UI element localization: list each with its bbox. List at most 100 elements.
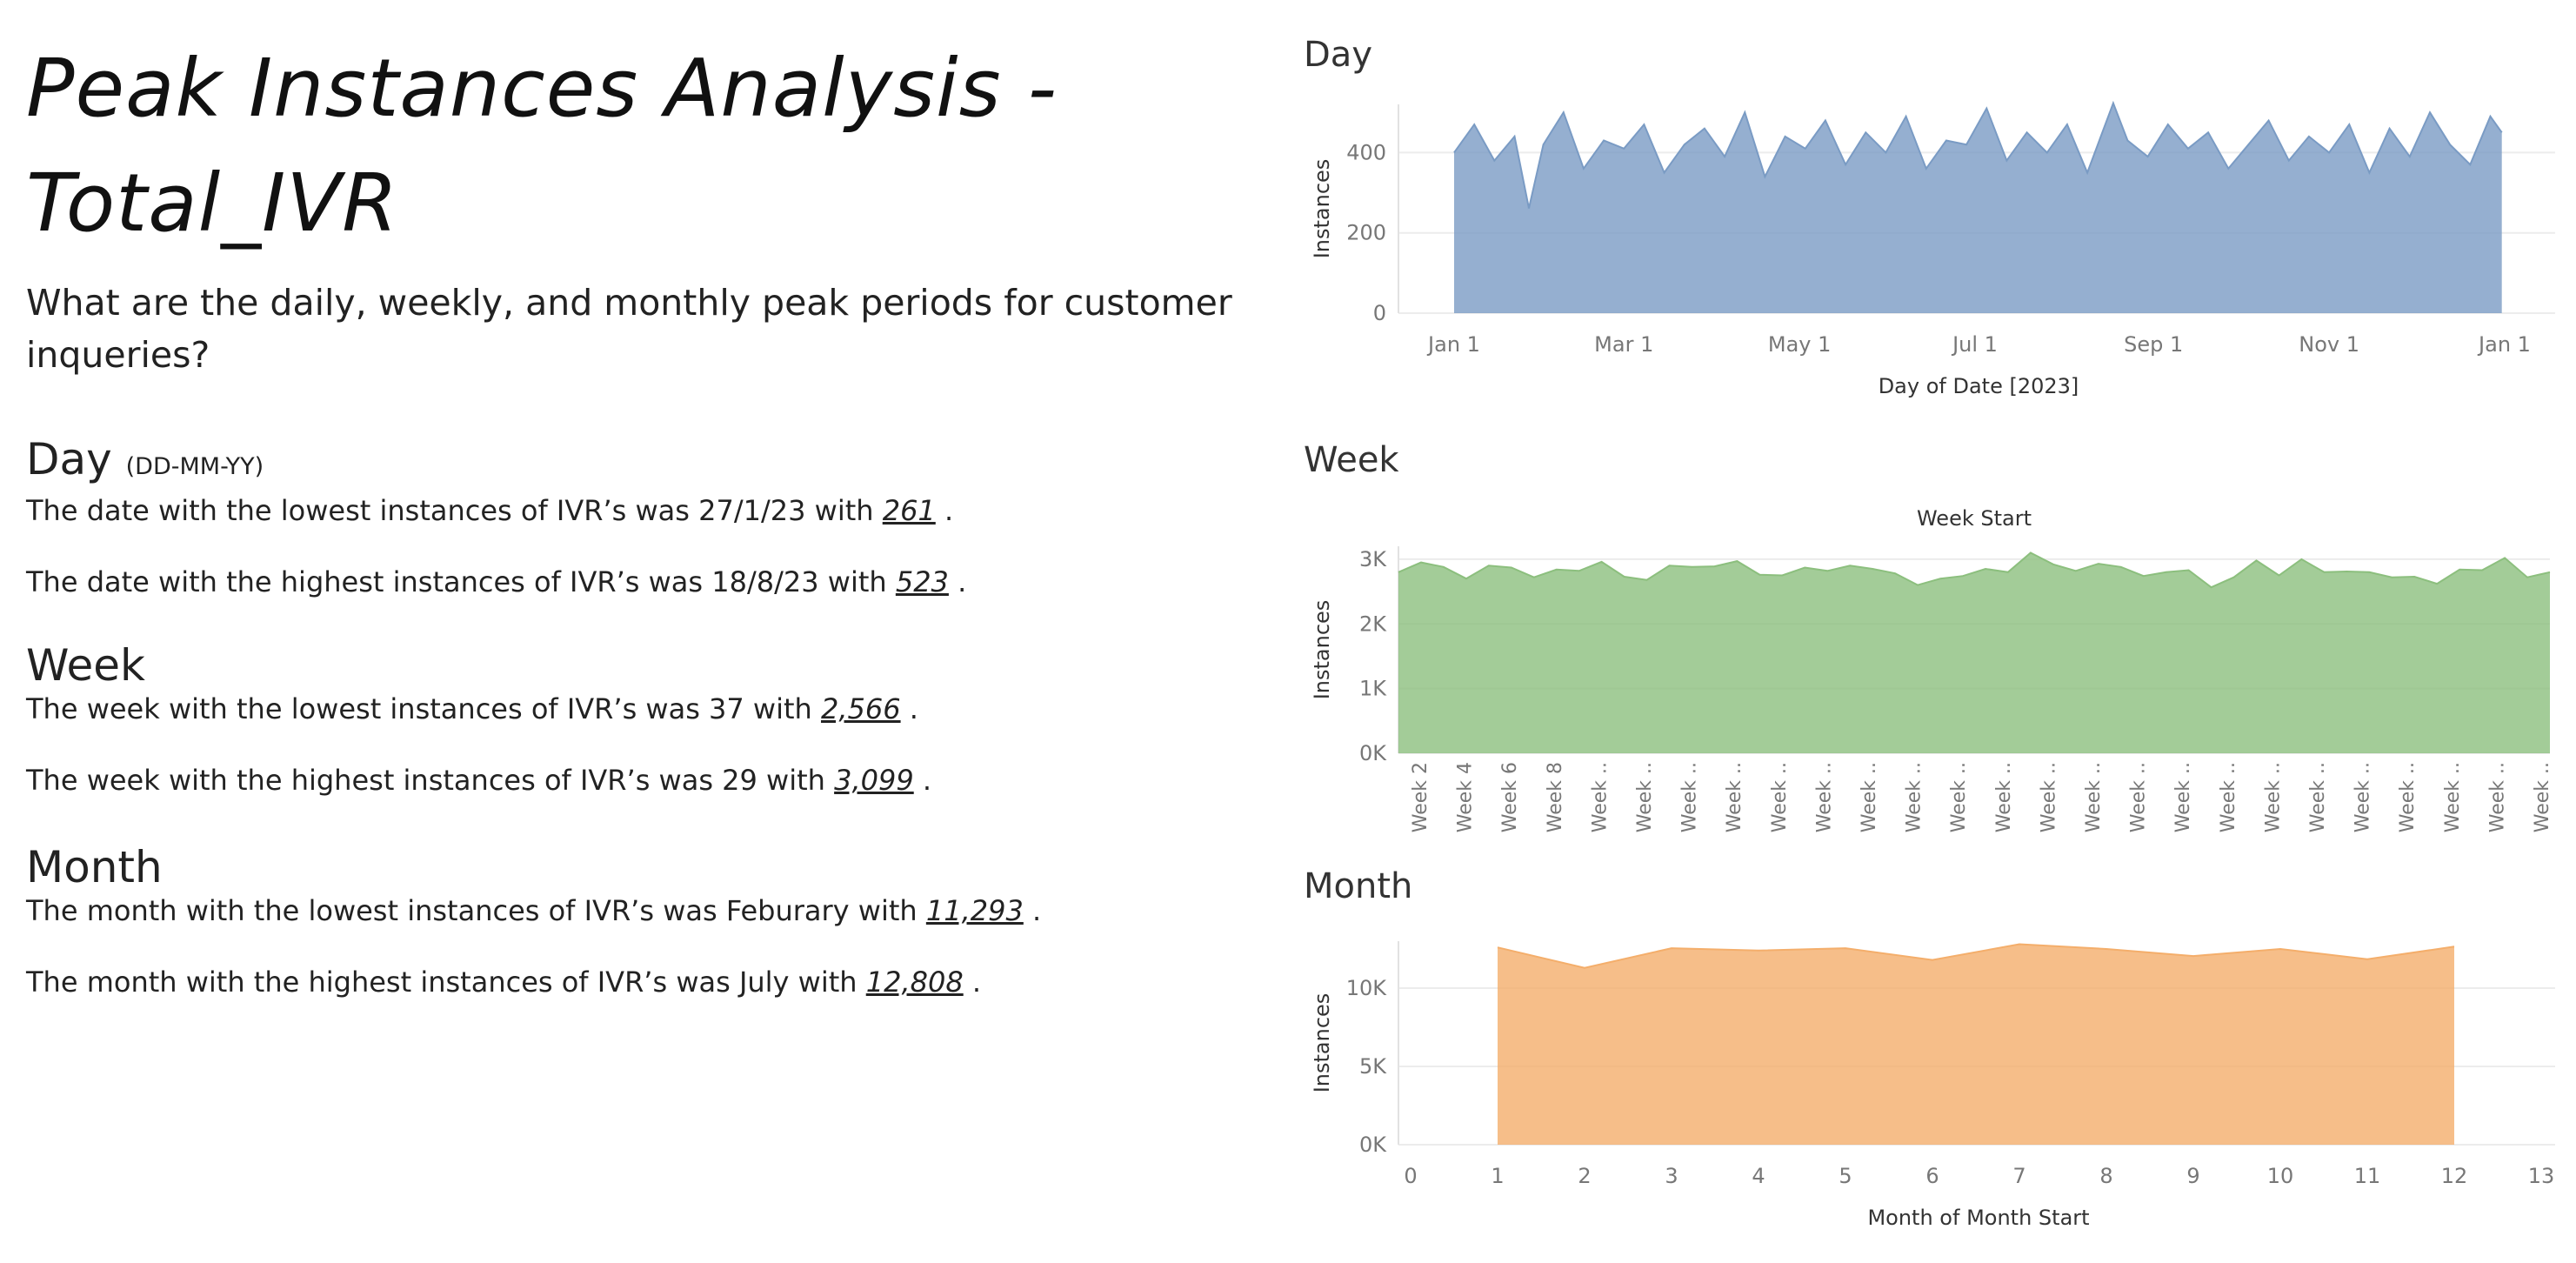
week-chart-data-point	[2278, 574, 2281, 578]
week-chart-xtick-label: Week ..	[2307, 762, 2329, 832]
day-chart-data-point	[1763, 175, 1766, 178]
week-chart-xtick-label: Week ..	[2442, 762, 2464, 832]
week-chart-data-point	[2210, 585, 2213, 589]
day-chart-data-point	[1905, 115, 1908, 118]
day-chart-data-point	[1723, 155, 1726, 158]
month-chart-y-axis-label: Instances	[1310, 993, 1334, 1093]
day-chart-ytick-label: 200	[1346, 221, 1386, 245]
week-chart-data-point	[1487, 564, 1491, 567]
week-chart-xtick-label: Week ..	[2218, 762, 2239, 832]
day-chart-data-point	[1844, 163, 1847, 166]
week-chart-data-point	[2029, 551, 2032, 555]
week-chart-xtick-label: Week ..	[2486, 762, 2508, 832]
month-chart-xtick-label: 6	[1925, 1164, 1939, 1188]
week-chart-xtick-label: Week ..	[2083, 762, 2105, 832]
day-chart-ytick-label: 0	[1373, 301, 1386, 325]
week-chart-xtick-label: Week ..	[1948, 762, 1970, 832]
day-chart-data-point	[1542, 143, 1545, 146]
week-chart-data-point	[2412, 575, 2416, 578]
week-chart-data-point	[1465, 577, 1468, 580]
week-chart-data-point	[2255, 558, 2259, 562]
week-chart-xtick-label: Week 6	[1499, 762, 1521, 832]
week-chart-data-point	[2548, 571, 2552, 574]
month-chart-data-point	[2366, 958, 2369, 961]
day-chart-xtick-label: Sep 1	[2124, 332, 2183, 357]
day-chart-data-point	[2112, 102, 2115, 105]
week-chart-data-point	[2390, 576, 2393, 579]
day-chart-data-point	[1965, 143, 1968, 146]
day-chart-data-point	[1743, 110, 1746, 114]
day-chart-area-fill	[1454, 103, 2502, 313]
month-chart-data-point	[2279, 947, 2282, 951]
week-chart-data-point	[1825, 569, 1829, 572]
month-chart-data-point	[1844, 946, 1847, 950]
charts-panel: Day 0 200 400 Instances Jan 1 Mar 1 May 1 Jul 1…	[0, 0, 2576, 1263]
week-chart-data-point	[2435, 582, 2439, 585]
day-chart-data-point	[1602, 139, 1605, 143]
month-chart-xtick-label: 8	[2099, 1164, 2112, 1188]
week-chart-ytick-label: 2K	[1359, 611, 1387, 636]
day-chart-data-point	[1864, 130, 1867, 134]
month-chart-data-point	[1931, 959, 1934, 962]
day-chart-data-point	[1562, 110, 1565, 114]
week-chart-xtick-label: Week ..	[1724, 762, 1745, 832]
day-chart-xtick-label: May 1	[1768, 332, 1832, 357]
day-chart-data-point	[2126, 139, 2129, 143]
month-chart-xtick-label: 3	[1665, 1164, 1678, 1188]
day-chart-data-point	[1642, 123, 1645, 126]
week-chart-xtick-label: Week ..	[1769, 762, 1791, 832]
day-chart-title: Day	[1304, 35, 1372, 75]
month-chart-xtick-label: 0	[1404, 1164, 1417, 1188]
day-chart-data-point	[2500, 130, 2504, 134]
week-chart-xtick-label: Week 8	[1545, 762, 1566, 832]
week-chart-data-point	[2119, 565, 2123, 569]
week-chart-data-point	[1668, 564, 1672, 567]
month-chart-ytick-label: 0K	[1359, 1133, 1387, 1157]
week-chart-data-point	[1419, 561, 1423, 565]
day-chart-data-point	[2307, 135, 2311, 138]
month-chart-xtick-label: 5	[1839, 1164, 1852, 1188]
week-chart-y-axis-label: Instances	[1310, 600, 1334, 700]
week-chart-data-point	[1532, 576, 1536, 579]
month-chart-data-point	[2453, 945, 2456, 948]
month-chart-xtick-label: 4	[1752, 1164, 1765, 1188]
day-chart-xtick-label: Jan 1	[1426, 332, 1480, 357]
week-chart-xtick-label: Week ..	[2128, 762, 2150, 832]
week-chart-top-title: Week Start	[1917, 506, 2032, 531]
week-chart-xtick-label: Week ..	[2038, 762, 2059, 832]
day-chart-data-point	[1663, 171, 1666, 175]
week-chart-data-point	[1735, 559, 1738, 563]
week-chart-xtick-label: Week ..	[2397, 762, 2419, 832]
day-chart-data-point	[2287, 159, 2291, 163]
week-chart-ytick-label: 3K	[1359, 547, 1387, 571]
month-chart-data-point	[1670, 946, 1673, 950]
week-chart-data-point	[2187, 569, 2191, 572]
week-chart-data-point	[2006, 571, 2010, 574]
day-chart-data-point	[2166, 123, 2170, 126]
day-chart-area-line	[1453, 100, 2503, 209]
month-chart-data-point	[1583, 966, 1586, 970]
week-chart-xtick-label: Week ..	[1859, 762, 1880, 832]
day-chart-data-point	[2428, 110, 2432, 114]
week-chart-data-point	[1803, 566, 1806, 570]
day-chart-data-point	[1683, 143, 1686, 146]
week-chart-data-point	[1645, 578, 1649, 582]
month-chart-data-point	[2018, 943, 2021, 946]
month-chart-data-point	[1757, 949, 1760, 952]
week-chart-data-point	[1893, 571, 1897, 575]
day-chart-data-point	[2468, 163, 2472, 166]
week-chart-data-point	[2299, 558, 2303, 561]
day-chart-data-point	[1492, 159, 1496, 163]
day-chart-data-point	[1985, 107, 1988, 110]
day-chart-data-point	[2065, 123, 2069, 126]
day-chart-data-point	[2226, 167, 2230, 170]
day-chart-data-point	[2327, 150, 2331, 154]
day-chart[interactable]: 0 200 400 Instances Jan 1 Mar 1 May 1 Jul 1 Sep …	[0, 0, 2576, 1263]
day-chart-data-point	[1884, 150, 1887, 154]
week-chart-data-point	[2458, 568, 2461, 571]
week-chart-xtick-label: Week 2	[1410, 762, 1431, 832]
week-chart-area-fill	[1398, 552, 2550, 753]
week-chart-xtick-label: Week ..	[1813, 762, 1835, 832]
week-chart-data-point	[2074, 569, 2078, 572]
week-chart-data-point	[2345, 570, 2348, 573]
